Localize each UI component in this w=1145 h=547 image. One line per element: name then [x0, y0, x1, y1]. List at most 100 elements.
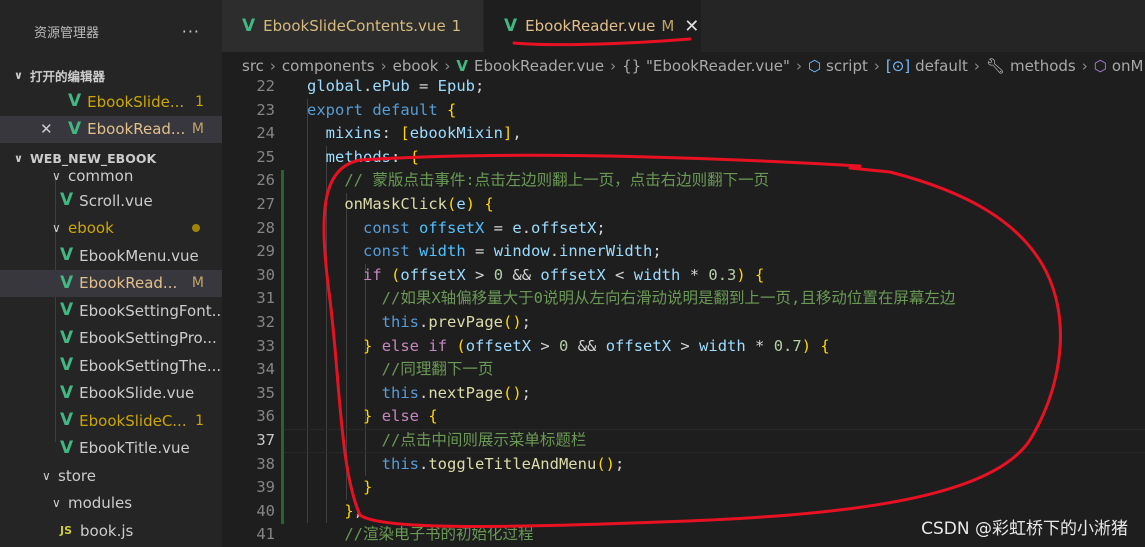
line-number: 32: [256, 313, 275, 331]
code-line[interactable]: 38 this.toggleTitleAndMenu();: [222, 453, 1145, 477]
folder-label: ebook: [68, 219, 114, 238]
breadcrumb-item[interactable]: EbookReader.vue: [474, 57, 604, 75]
close-icon[interactable]: ✕: [40, 120, 53, 138]
tree-file-slidecontents[interactable]: V EbookSlideC... 1: [0, 407, 222, 435]
code-line[interactable]: 31 //如果X轴偏移量大于0说明从左向右滑动说明是翻到上一页,且移动位置在屏幕…: [222, 287, 1145, 311]
code-line[interactable]: 39 }: [222, 476, 1145, 500]
code-line[interactable]: 36 } else {: [222, 405, 1145, 429]
close-tab-icon[interactable]: ✕: [684, 16, 699, 37]
breadcrumb-separator: ›: [610, 57, 617, 75]
file-label: EbookSettingPro...: [79, 329, 217, 348]
breadcrumb-separator: ›: [795, 57, 802, 75]
breadcrumb-separator: ›: [380, 57, 387, 75]
code-line[interactable]: 28 const offsetX = e.offsetX;: [222, 217, 1145, 241]
problem-count-badge: 1: [451, 17, 462, 35]
code-line[interactable]: 25 methods: {: [222, 146, 1145, 170]
code-line[interactable]: 26 // 蒙版点击事件:点击左边则翻上一页，点击右边则翻下一页: [222, 169, 1145, 193]
breadcrumb-item[interactable]: script: [826, 57, 868, 75]
code-line[interactable]: 23 export default {: [222, 99, 1145, 123]
code-text: } else {: [363, 407, 438, 426]
code-line[interactable]: 32 this.prevPage();: [222, 311, 1145, 335]
open-editor-label: EbookSlide...: [87, 92, 185, 111]
modified-badge: M: [191, 121, 204, 138]
breadcrumb-item[interactable]: src: [242, 57, 264, 75]
line-number: 31: [256, 289, 275, 308]
tree-file-ebookmenu[interactable]: V EbookMenu.vue: [0, 242, 222, 270]
folder-label: common: [68, 171, 134, 181]
code-line[interactable]: 33 } else if (offsetX > 0 && offsetX > w…: [222, 335, 1145, 359]
vue-file-icon: V: [60, 437, 74, 458]
file-label: EbookSlide.vue: [79, 384, 195, 403]
line-number: 24: [256, 124, 275, 143]
tree-folder-modules[interactable]: ∨ modules: [0, 490, 222, 518]
tree-file-settingtheme[interactable]: V EbookSettingThe...: [0, 352, 222, 380]
tree-file-bookjs[interactable]: JS book.js: [0, 517, 222, 545]
explorer-title: 资源管理器: [34, 25, 100, 41]
code-line[interactable]: 24 mixins: [ebookMixin],: [222, 122, 1145, 146]
breadcrumb-item[interactable]: components: [282, 57, 375, 75]
open-editors-section[interactable]: ∨ 打开的编辑器: [0, 62, 222, 88]
code-line[interactable]: 37 //点击中间则展示菜单标题栏: [222, 429, 1145, 453]
line-number: 39: [256, 478, 275, 497]
line-number: 37: [256, 431, 275, 449]
breadcrumb-item[interactable]: methods: [1010, 57, 1076, 75]
line-number: 40: [256, 501, 275, 520]
line-number: 25: [256, 147, 275, 166]
code-text: const width = window.innerWidth;: [363, 242, 662, 261]
code-editor[interactable]: 22 global.ePub = Epub; 23 export default {2…: [222, 76, 1145, 547]
tree-folder-store[interactable]: ∨ store: [0, 462, 222, 490]
tree-file-ebookslide[interactable]: V EbookSlide.vue: [0, 380, 222, 408]
open-editors-label: 打开的编辑器: [30, 68, 106, 84]
open-editor-item-active[interactable]: ✕ V EbookRead... M: [0, 115, 222, 143]
line-number: 29: [256, 242, 275, 261]
breadcrumb-separator: ›: [873, 57, 880, 75]
code-line[interactable]: 30 if (offsetX > 0 && offsetX < width * …: [222, 264, 1145, 288]
tree-file-scroll[interactable]: V Scroll.vue: [0, 187, 222, 215]
tab-label: EbookReader.vue: [525, 17, 656, 35]
code-line[interactable]: 22 global.ePub = Epub;: [222, 76, 1145, 99]
tree-file-settingfont[interactable]: V EbookSettingFont...: [0, 297, 222, 325]
code-line[interactable]: 29 const width = window.innerWidth;: [222, 240, 1145, 264]
tree-file-ebooktitle[interactable]: V EbookTitle.vue: [0, 435, 222, 463]
code-text: const offsetX = e.offsetX;: [363, 218, 606, 237]
tab-ebookreader[interactable]: V EbookReader.vue M ✕: [484, 0, 701, 52]
open-editor-item[interactable]: V EbookSlide... 1: [0, 88, 222, 116]
tab-ebookslidecontents[interactable]: V EbookSlideContents.vue 1: [222, 0, 484, 52]
tree-file-settingprogress[interactable]: V EbookSettingPro...: [0, 325, 222, 353]
file-label: book.js: [80, 521, 134, 540]
code-line[interactable]: 27 onMaskClick(e) {: [222, 193, 1145, 217]
code-text: this.prevPage();: [381, 313, 532, 331]
line-number: 35: [256, 383, 275, 402]
breadcrumb-item[interactable]: ebook: [393, 57, 439, 75]
code-text: global.ePub = Epub;: [307, 77, 485, 95]
code-text: //点击中间则展示菜单标题栏: [381, 431, 587, 449]
code-text: // 蒙版点击事件:点击左边则翻上一页，点击右边则翻下一页: [344, 171, 770, 190]
code-line[interactable]: 34 //同理翻下一页: [222, 358, 1145, 382]
code-text: if (offsetX > 0 && offsetX < width * 0.3…: [363, 265, 765, 284]
line-number: 27: [256, 195, 275, 213]
line-number: 30: [256, 265, 275, 284]
vue-file-icon: V: [60, 300, 74, 321]
tree-folder-common[interactable]: ∨ common: [0, 171, 222, 187]
breadcrumb-item[interactable]: onM: [1112, 57, 1144, 75]
breadcrumb-item[interactable]: {} "EbookReader.vue": [622, 57, 790, 75]
more-actions-icon[interactable]: ···: [182, 22, 200, 41]
project-label: WEB_NEW_EBOOK: [30, 150, 157, 166]
file-label: EbookTitle.vue: [79, 439, 190, 458]
vue-file-icon: V: [68, 91, 82, 112]
file-label: EbookSlideC...: [79, 411, 187, 430]
vue-file-icon: V: [60, 327, 74, 348]
tree-folder-ebook[interactable]: ∨ ebook: [0, 215, 222, 243]
line-number: 33: [256, 336, 275, 355]
breadcrumb-item[interactable]: default: [915, 57, 968, 75]
chevron-down-icon: ∨: [14, 151, 23, 165]
code-line[interactable]: 35 this.nextPage();: [222, 382, 1145, 406]
project-section[interactable]: ∨ WEB_NEW_EBOOK: [0, 145, 222, 171]
tree-file-ebookreader[interactable]: V EbookRead... M: [0, 269, 222, 297]
vue-file-icon: V: [68, 118, 82, 139]
code-text: //如果X轴偏移量大于0说明从左向右滑动说明是翻到上一页,且移动位置在屏幕左边: [381, 289, 956, 308]
vue-file-icon: V: [242, 16, 256, 36]
cube-icon: ⬡: [807, 57, 822, 75]
line-number: 34: [256, 360, 275, 379]
vue-file-icon: V: [60, 190, 74, 211]
